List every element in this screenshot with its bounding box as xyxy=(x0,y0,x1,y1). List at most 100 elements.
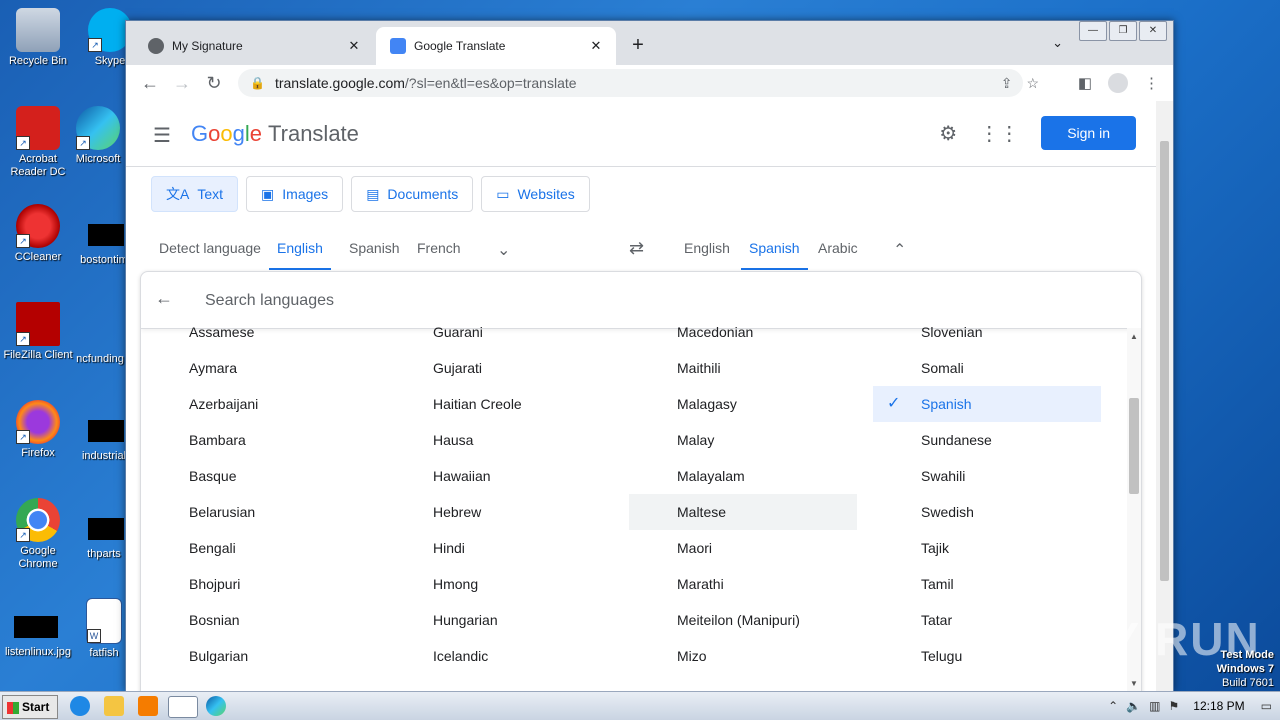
apps-grid-icon[interactable]: ⋮⋮ xyxy=(979,121,1019,146)
language-option[interactable]: Belarusian xyxy=(141,494,369,530)
language-option[interactable]: Malagasy xyxy=(629,386,857,422)
language-option[interactable]: Bosnian xyxy=(141,602,369,638)
language-option[interactable]: Basque xyxy=(141,458,369,494)
back-arrow-icon[interactable]: ← xyxy=(134,73,166,94)
source-lang-french[interactable]: French xyxy=(409,228,469,268)
desktop-icon-recycle-bin[interactable]: Recycle Bin xyxy=(0,8,76,68)
back-arrow-icon[interactable]: ← xyxy=(155,288,173,309)
language-option-selected[interactable]: ✓ Spanish xyxy=(873,386,1101,422)
settings-gear-icon[interactable]: ⚙ xyxy=(939,121,957,146)
language-option[interactable]: Tajik xyxy=(873,530,1101,566)
show-desktop-icon[interactable]: ▭ xyxy=(1261,699,1272,713)
action-center-flag-icon[interactable]: ⚑ xyxy=(1169,699,1180,713)
bookmark-star-icon[interactable]: ☆ xyxy=(1026,75,1039,92)
language-option[interactable]: Meiteilon (Manipuri) xyxy=(629,602,857,638)
language-option[interactable]: Malayalam xyxy=(629,458,857,494)
address-bar[interactable]: 🔒 translate.google.com/?sl=en&tl=es&op=t… xyxy=(238,69,1023,97)
forward-arrow-icon[interactable]: → xyxy=(166,73,198,94)
scrollbar-thumb[interactable] xyxy=(1129,398,1139,494)
hamburger-menu-icon[interactable]: ☰ xyxy=(153,123,171,148)
target-lang-arabic[interactable]: Arabic xyxy=(810,228,866,268)
swap-languages-icon[interactable]: ⇄ xyxy=(629,238,644,259)
language-option[interactable]: Marathi xyxy=(629,566,857,602)
mode-images-button[interactable]: ▣ Images xyxy=(246,176,344,212)
reload-icon[interactable]: ↻ xyxy=(198,73,230,94)
language-option[interactable]: Aymara xyxy=(141,350,369,386)
ie-icon[interactable] xyxy=(70,696,90,716)
language-option[interactable]: Hausa xyxy=(385,422,613,458)
google-translate-logo[interactable]: Google Translate xyxy=(191,121,359,147)
scroll-down-arrow-icon[interactable]: ▼ xyxy=(1130,679,1138,688)
target-lang-english[interactable]: English xyxy=(676,228,738,268)
source-lang-spanish[interactable]: Spanish xyxy=(341,228,408,268)
language-option[interactable]: Hindi xyxy=(385,530,613,566)
scroll-up-arrow-icon[interactable]: ▲ xyxy=(1130,332,1138,341)
language-option[interactable]: Hungarian xyxy=(385,602,613,638)
language-option[interactable]: Assamese xyxy=(141,314,369,350)
desktop-icon-ccleaner[interactable]: ↗ CCleaner xyxy=(0,204,76,264)
chrome-taskbar-icon[interactable] xyxy=(168,696,198,718)
language-option[interactable]: Bambara xyxy=(141,422,369,458)
restore-icon[interactable]: ❐ xyxy=(1109,21,1137,41)
tab-my-signature[interactable]: My Signature ✕ xyxy=(134,27,374,65)
language-option[interactable]: Swedish xyxy=(873,494,1101,530)
share-icon[interactable]: ⇪ xyxy=(1001,75,1013,92)
language-option[interactable]: Hawaiian xyxy=(385,458,613,494)
language-option[interactable]: Tamil xyxy=(873,566,1101,602)
language-option[interactable]: Hebrew xyxy=(385,494,613,530)
mode-websites-button[interactable]: ▭ Websites xyxy=(481,176,590,212)
language-option[interactable]: Maori xyxy=(629,530,857,566)
language-option[interactable]: Malay xyxy=(629,422,857,458)
kebab-menu-icon[interactable]: ⋮ xyxy=(1144,74,1159,92)
language-option[interactable]: Gujarati xyxy=(385,350,613,386)
target-more-chevron-up-icon[interactable]: ⌃ xyxy=(893,240,906,260)
profile-avatar-icon[interactable] xyxy=(1108,73,1128,93)
language-option[interactable]: Hmong xyxy=(385,566,613,602)
tab-google-translate[interactable]: Google Translate ✕ xyxy=(376,27,616,65)
tray-expand-icon[interactable]: ⌃ xyxy=(1108,699,1118,713)
close-window-icon[interactable]: ✕ xyxy=(1139,21,1167,41)
language-option[interactable]: Guarani xyxy=(385,314,613,350)
source-more-chevron-down-icon[interactable]: ⌄ xyxy=(497,240,510,260)
language-option[interactable]: Bhojpuri xyxy=(141,566,369,602)
close-icon[interactable]: ✕ xyxy=(344,38,364,54)
page-scrollbar-thumb[interactable] xyxy=(1160,141,1169,581)
language-option[interactable]: Bulgarian xyxy=(141,638,369,674)
language-option[interactable]: Somali xyxy=(873,350,1101,386)
language-option[interactable]: Slovenian xyxy=(873,314,1101,350)
chevron-down-icon[interactable]: ⌄ xyxy=(1052,35,1063,51)
desktop-icon-chrome[interactable]: ↗ Google Chrome xyxy=(0,498,76,571)
language-option[interactable]: Maithili xyxy=(629,350,857,386)
page-scrollbar[interactable] xyxy=(1156,101,1173,691)
media-player-icon[interactable] xyxy=(138,696,158,716)
network-icon[interactable]: ▥ xyxy=(1149,699,1160,713)
search-languages-input[interactable] xyxy=(203,286,1007,316)
close-icon[interactable]: ✕ xyxy=(586,38,606,54)
language-option-hovered[interactable]: Maltese xyxy=(629,494,857,530)
language-option[interactable]: Sundanese xyxy=(873,422,1101,458)
explorer-folder-icon[interactable] xyxy=(104,696,124,716)
language-option[interactable]: Swahili xyxy=(873,458,1101,494)
desktop-icon-label: ncfunding xyxy=(76,353,124,365)
language-option[interactable]: Macedonian xyxy=(629,314,857,350)
language-option[interactable]: Azerbaijani xyxy=(141,386,369,422)
desktop-icon-listenlinux[interactable]: listenlinux.jpg xyxy=(0,616,76,658)
mode-text-button[interactable]: 文A Text xyxy=(151,176,239,212)
language-option[interactable]: Icelandic xyxy=(385,638,613,674)
clock[interactable]: 12:18 PM xyxy=(1193,699,1244,713)
language-option[interactable]: Mizo xyxy=(629,638,857,674)
edge-taskbar-icon[interactable] xyxy=(206,696,226,716)
language-option[interactable]: Bengali xyxy=(141,530,369,566)
sign-in-button[interactable]: Sign in xyxy=(1041,116,1136,150)
mode-documents-button[interactable]: ▤ Documents xyxy=(351,176,474,212)
volume-icon[interactable]: 🔈 xyxy=(1126,699,1141,713)
new-tab-plus-icon[interactable]: + xyxy=(626,33,650,57)
language-option[interactable]: Haitian Creole xyxy=(385,386,613,422)
start-button[interactable]: Start xyxy=(2,695,58,719)
target-lang-spanish[interactable]: Spanish xyxy=(741,228,808,270)
minimize-icon[interactable]: — xyxy=(1079,21,1107,41)
side-panel-icon[interactable]: ◧ xyxy=(1078,74,1092,92)
source-lang-detect[interactable]: Detect language xyxy=(151,228,269,268)
desktop-icon-firefox[interactable]: ↗ Firefox xyxy=(0,400,76,460)
source-lang-english[interactable]: English xyxy=(269,228,331,270)
